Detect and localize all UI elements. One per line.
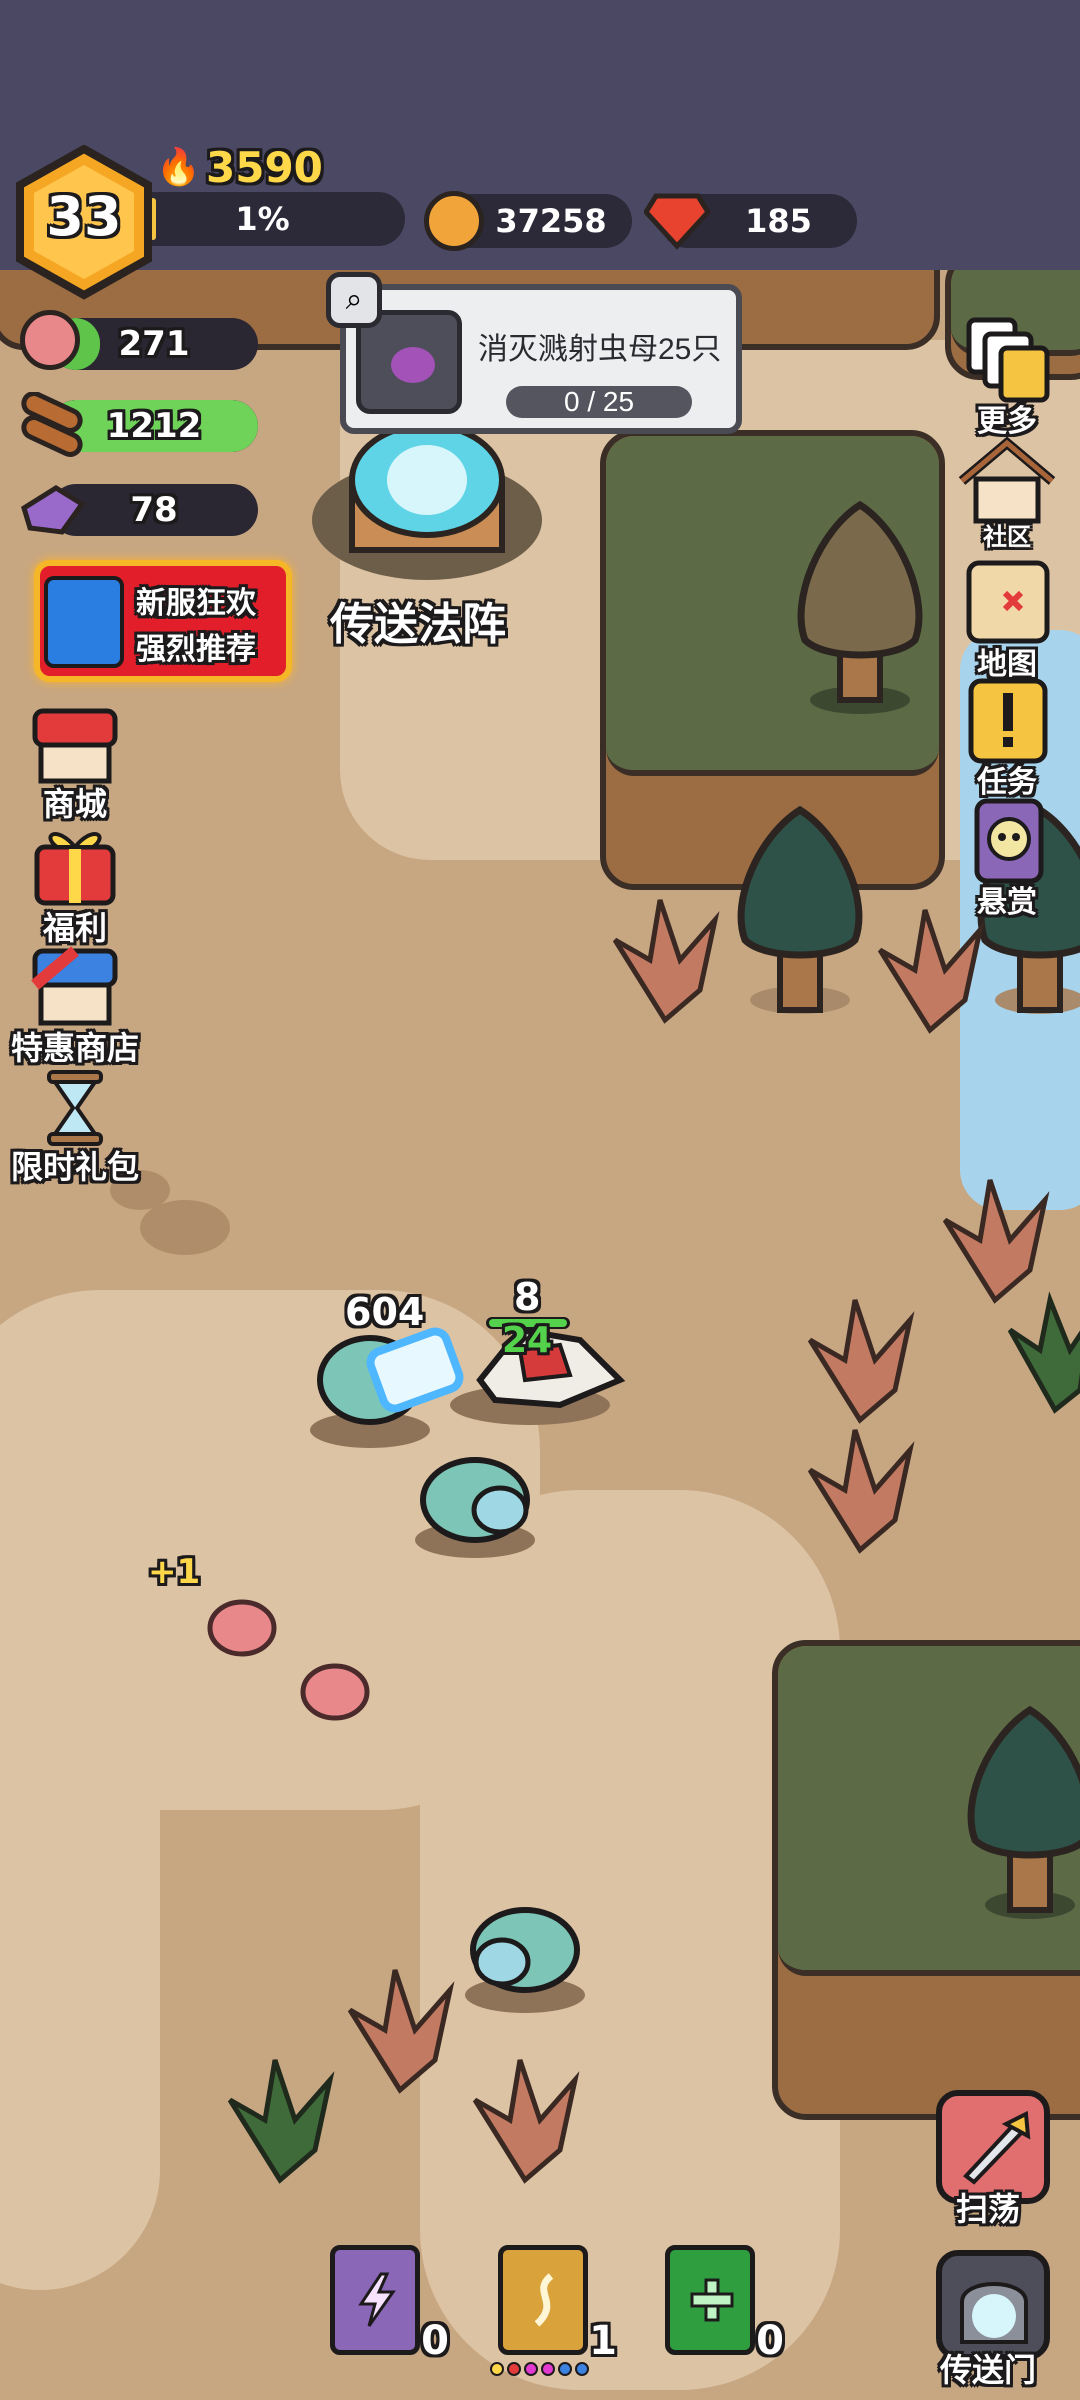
meat-drop xyxy=(207,1599,370,1721)
gift-icon xyxy=(34,832,116,906)
wood-icon xyxy=(21,392,83,457)
tree xyxy=(967,1705,1080,1919)
wind-book-count: 1 xyxy=(589,2318,617,2364)
bounty-skull-icon xyxy=(974,798,1044,884)
meat-counter: 271 xyxy=(50,318,258,370)
limited-pack-button[interactable]: 限时礼包 xyxy=(0,1068,150,1188)
bush xyxy=(612,899,720,1024)
lightning-icon xyxy=(358,2272,396,2327)
sweep-label: 扫荡 xyxy=(956,2190,1021,2228)
gem-value: 185 xyxy=(745,202,812,240)
more-icon xyxy=(966,317,1050,403)
map-button[interactable]: 地图 xyxy=(952,555,1062,683)
shop-button[interactable]: 商城 xyxy=(0,705,150,825)
shop-icon xyxy=(32,708,118,784)
community-label: 社区 xyxy=(983,523,1031,551)
quest-progress: 0 / 25 xyxy=(506,386,692,418)
hourglass-icon xyxy=(47,1070,103,1146)
bounty-label: 悬赏 xyxy=(977,885,1037,920)
heal-cross-icon xyxy=(690,2278,734,2322)
community-button[interactable]: 社区 xyxy=(952,435,1062,552)
lightning-book-count: 0 xyxy=(421,2318,449,2364)
exp-percent: 1% xyxy=(235,200,290,238)
more-label: 更多 xyxy=(977,404,1037,439)
tree xyxy=(797,500,923,714)
tree xyxy=(737,805,863,1014)
bush xyxy=(942,1179,1050,1304)
special-shop-icon xyxy=(31,946,118,1026)
quest-scroll-icon xyxy=(968,678,1048,764)
portal-gate-button[interactable] xyxy=(936,2250,1050,2360)
limited-pack-label: 限时礼包 xyxy=(10,1148,139,1186)
wind-book-button[interactable]: 1 xyxy=(498,2245,617,2364)
bush xyxy=(807,1299,915,1424)
bush xyxy=(227,2059,335,2184)
promo-banner[interactable]: 新服狂欢 强烈推荐 xyxy=(34,560,292,682)
spider-monster xyxy=(415,1457,535,1558)
bush xyxy=(347,1969,455,2094)
gem-icon xyxy=(644,193,710,250)
heal-number: 24 xyxy=(502,1320,553,1361)
treasure-map-icon xyxy=(966,560,1050,644)
search-icon[interactable]: ⌕ xyxy=(326,272,382,328)
bush xyxy=(472,2059,580,2184)
meat-icon xyxy=(20,310,80,370)
wind-icon xyxy=(534,2273,554,2327)
portal-label: 传送法阵 xyxy=(330,599,506,650)
more-button[interactable]: 更多 xyxy=(952,312,1062,440)
level-number: 33 xyxy=(46,185,122,248)
portal-gate-label: 传送门 xyxy=(940,2351,1037,2389)
exp-bar: 1% xyxy=(120,192,405,246)
quest-panel[interactable]: 消灭溅射虫母25只 0 / 25 xyxy=(340,284,742,434)
heal-book-count: 0 xyxy=(756,2318,784,2364)
damage-number: 8 xyxy=(514,1275,541,1319)
coin-value: 37258 xyxy=(495,202,607,240)
meat-value: 271 xyxy=(118,324,190,364)
coin-icon xyxy=(424,191,484,251)
sweep-sword-icon xyxy=(963,2110,1031,2185)
teleport-array xyxy=(312,422,542,580)
pickup-number: +1 xyxy=(148,1552,201,1592)
bounty-button[interactable]: 悬赏 xyxy=(952,793,1062,921)
promo-line2: 强烈推荐 xyxy=(136,632,256,667)
heal-book-button[interactable]: 0 xyxy=(665,2245,784,2364)
shop-label: 商城 xyxy=(42,785,107,823)
bush xyxy=(877,909,985,1034)
special-shop-label: 特惠商店 xyxy=(10,1029,139,1067)
lightning-book-button[interactable]: 0 xyxy=(330,2245,449,2364)
wind-book-dots xyxy=(490,2362,590,2380)
quest-text: 消灭溅射虫母25只 xyxy=(478,333,722,366)
bush xyxy=(1007,1291,1080,1414)
bush xyxy=(807,1429,915,1554)
quest-button[interactable]: 任务 xyxy=(952,673,1062,801)
welfare-label: 福利 xyxy=(42,909,107,947)
house-icon xyxy=(958,436,1056,524)
gift-box-icon xyxy=(44,576,124,668)
special-shop-button[interactable]: 特惠商店 xyxy=(0,945,150,1069)
spider-monster xyxy=(465,1907,585,2013)
portal-gate-icon xyxy=(960,2282,1028,2344)
welfare-button[interactable]: 福利 xyxy=(0,825,150,949)
crystal-icon xyxy=(21,485,86,535)
fire-icon: 🔥 xyxy=(156,146,201,187)
damage-number: 604 xyxy=(345,1290,425,1334)
promo-line1: 新服狂欢 xyxy=(136,586,256,621)
power-value: 3590 xyxy=(206,143,323,192)
